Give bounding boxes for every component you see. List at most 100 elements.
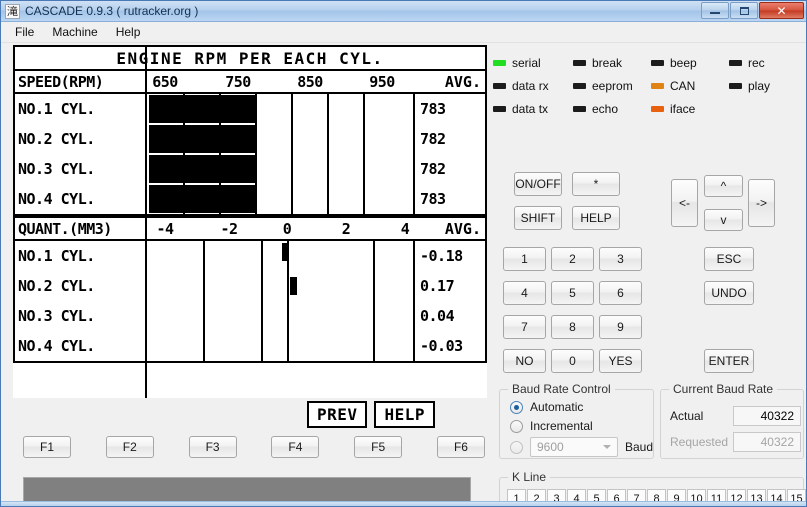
led-beep: beep (651, 56, 729, 70)
requested-baud-value: 40322 (733, 432, 801, 452)
rpm-axis-ticks: 650 750 850 950 (15, 71, 485, 92)
led-break: break (573, 56, 651, 70)
led-icon (651, 105, 664, 112)
current-baud-rate-group: Current Baud Rate Actual 40322 Requested… (660, 382, 804, 459)
key-7[interactable]: 7 (503, 315, 546, 339)
close-icon: ✕ (776, 3, 787, 18)
close-button[interactable]: ✕ (759, 2, 804, 19)
baud-incremental-option[interactable]: Incremental (510, 419, 593, 433)
rpm-row-label: NO.2 CYL. (18, 130, 95, 148)
table-row: NO.1 CYL. 783 (15, 94, 485, 124)
quant-row-value: -0.03 (413, 331, 485, 361)
arrow-down-button[interactable]: v (704, 209, 743, 231)
function-key-row: F1 F2 F3 F4 F5 F6 (23, 436, 485, 458)
main-body: ENGINE RPM PER EACH CYL. SPEED(RPM) 650 … (1, 43, 806, 506)
table-row: NO.2 CYL. 0.17 (15, 271, 485, 301)
key-9[interactable]: 9 (599, 315, 642, 339)
led-indicator-grid: serial break beep rec data rx eeprom CAN… (493, 51, 806, 120)
esc-button[interactable]: ESC (704, 247, 754, 271)
rpm-rows: NO.1 CYL. 783 NO.2 CYL. 782 NO.3 CYL. 78… (13, 45, 487, 398)
title-bar: 滝 CASCADE 0.9.3 ( rutracker.org ) ✕ (1, 1, 806, 22)
maximize-button[interactable] (730, 2, 758, 19)
key-3[interactable]: 3 (599, 247, 642, 271)
undo-button[interactable]: UNDO (704, 281, 754, 305)
baud-rate-dropdown[interactable]: 9600 (530, 437, 618, 457)
baud-automatic-option[interactable]: Automatic (510, 400, 583, 414)
arrow-left-button[interactable]: <- (671, 179, 698, 227)
f2-button[interactable]: F2 (105, 436, 154, 458)
prev-button[interactable]: PREV (306, 401, 368, 428)
star-button[interactable]: * (572, 172, 620, 196)
arrow-up-button[interactable]: ^ (704, 175, 743, 197)
key-6[interactable]: 6 (599, 281, 642, 305)
f6-button[interactable]: F6 (436, 436, 485, 458)
requested-baud-label: Requested (670, 435, 729, 449)
table-row: NO.4 CYL. -0.03 (15, 331, 485, 361)
key-4[interactable]: 4 (503, 281, 546, 305)
led-icon (493, 59, 506, 66)
key-2[interactable]: 2 (551, 247, 594, 271)
rpm-row-label: NO.4 CYL. (18, 190, 95, 208)
chevron-down-icon (603, 445, 611, 449)
window-controls: ✕ (701, 2, 804, 19)
arrow-right-button[interactable]: -> (748, 179, 775, 227)
led-data-rx: data rx (493, 79, 573, 93)
led-data-tx: data tx (493, 102, 573, 116)
right-panel: serial break beep rec data rx eeprom CAN… (493, 43, 806, 506)
led-rec: rec (729, 56, 799, 70)
menu-item-file[interactable]: File (6, 22, 43, 42)
menu-item-machine[interactable]: Machine (43, 22, 106, 42)
rpm-row-value: 783 (413, 184, 485, 214)
f3-button[interactable]: F3 (188, 436, 237, 458)
key-0[interactable]: 0 (551, 349, 594, 373)
current-baud-rate-title: Current Baud Rate (669, 382, 778, 396)
f4-button[interactable]: F4 (271, 436, 320, 458)
table-row: NO.2 CYL. 782 (15, 124, 485, 154)
minimize-button[interactable] (701, 2, 729, 19)
lcd-help-button[interactable]: HELP (374, 401, 435, 428)
no-button[interactable]: NO (503, 349, 546, 373)
quant-row-value: -0.18 (413, 241, 485, 271)
menu-bar: File Machine Help (1, 22, 806, 43)
rpm-avg-label: AVG. (444, 72, 481, 91)
key-8[interactable]: 8 (551, 315, 594, 339)
radio-icon[interactable] (510, 419, 523, 433)
lcd-softkeys: PREV HELP (13, 401, 487, 428)
yes-button[interactable]: YES (599, 349, 642, 373)
baud-custom-option[interactable]: 9600 Baud (510, 437, 653, 457)
onoff-button[interactable]: ON/OFF (514, 172, 562, 196)
f1-button[interactable]: F1 (23, 436, 71, 458)
rpm-bar (149, 155, 255, 183)
rpm-row-value: 782 (413, 154, 485, 184)
key-5[interactable]: 5 (551, 281, 594, 305)
radio-icon[interactable] (510, 400, 523, 414)
rpm-bar (149, 185, 255, 213)
quant-row-label: NO.2 CYL. (18, 277, 95, 295)
enter-button[interactable]: ENTER (704, 349, 754, 373)
shift-button[interactable]: SHIFT (514, 206, 562, 230)
rpm-row-label: NO.1 CYL. (18, 100, 95, 118)
lcd-title: ENGINE RPM PER EACH CYL. (13, 45, 487, 69)
quant-plot (149, 331, 413, 361)
menu-item-help[interactable]: Help (107, 22, 150, 42)
actual-baud-value: 40322 (733, 406, 801, 426)
led-eeprom: eeprom (573, 79, 651, 93)
led-icon (651, 82, 664, 89)
led-icon (651, 59, 664, 66)
key-1[interactable]: 1 (503, 247, 546, 271)
f5-button[interactable]: F5 (354, 436, 403, 458)
baud-unit-label: Baud (625, 440, 654, 454)
baud-rate-control-title: Baud Rate Control (508, 382, 615, 396)
rpm-axis-header: SPEED(RPM) 650 750 850 950 AVG. (13, 69, 487, 94)
quant-plot (149, 301, 413, 331)
radio-icon[interactable] (510, 440, 523, 454)
keypad-help-button[interactable]: HELP (572, 206, 620, 230)
baud-rate-dropdown-value: 9600 (537, 440, 564, 454)
rpm-plot (149, 124, 413, 154)
app-icon: 滝 (5, 3, 20, 19)
quant-avg-label: AVG. (444, 219, 481, 238)
rpm-row-value: 782 (413, 124, 485, 154)
rpm-tick-750: 750 (225, 72, 251, 91)
app-window: 滝 CASCADE 0.9.3 ( rutracker.org ) ✕ File… (0, 0, 807, 507)
rpm-row-value: 783 (413, 94, 485, 124)
